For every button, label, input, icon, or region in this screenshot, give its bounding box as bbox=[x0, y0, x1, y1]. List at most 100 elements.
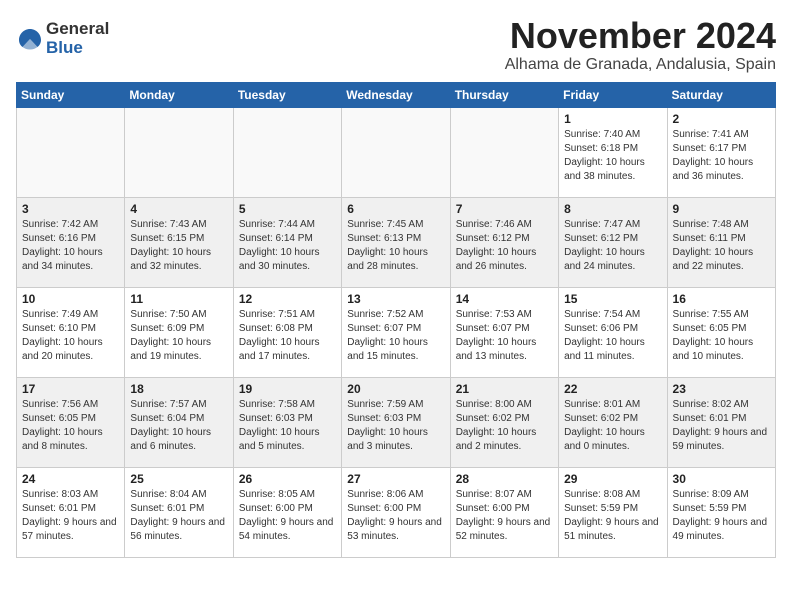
day-info: Sunrise: 7:44 AM Sunset: 6:14 PM Dayligh… bbox=[239, 218, 336, 274]
calendar-cell bbox=[342, 107, 450, 197]
calendar-cell bbox=[450, 107, 558, 197]
calendar-cell: 14 Sunrise: 7:53 AM Sunset: 6:07 PM Dayli… bbox=[450, 287, 558, 377]
calendar-cell: 18Sunrise: 7:57 AM Sunset: 6:04 PM Dayli… bbox=[125, 377, 233, 467]
calendar-cell: 11 Sunrise: 7:50 AM Sunset: 6:09 PM Dayli… bbox=[125, 287, 233, 377]
calendar-table: SundayMondayTuesdayWednesdayThursdayFrid… bbox=[16, 82, 776, 558]
day-info: Sunrise: 7:43 AM Sunset: 6:15 PM Dayligh… bbox=[130, 218, 227, 274]
day-number: 26 bbox=[239, 472, 336, 486]
day-info: Sunrise: 8:05 AM Sunset: 6:00 PM Dayligh… bbox=[239, 488, 336, 544]
calendar-cell bbox=[17, 107, 125, 197]
day-info: Sunrise: 7:55 AM Sunset: 6:05 PM Dayligh… bbox=[673, 308, 770, 364]
calendar-row-0: 1Sunrise: 7:40 AM Sunset: 6:18 PM Daylig… bbox=[17, 107, 776, 197]
calendar-cell: 9 Sunrise: 7:48 AM Sunset: 6:11 PM Daylig… bbox=[667, 197, 775, 287]
day-info: Sunrise: 7:49 AM Sunset: 6:10 PM Dayligh… bbox=[22, 308, 119, 364]
day-number: 7 bbox=[456, 202, 553, 216]
calendar-cell: 2 Sunrise: 7:41 AM Sunset: 6:17 PM Daylig… bbox=[667, 107, 775, 197]
day-info: Sunrise: 7:46 AM Sunset: 6:12 PM Dayligh… bbox=[456, 218, 553, 274]
day-number: 9 bbox=[673, 202, 770, 216]
day-info: Sunrise: 8:00 AM Sunset: 6:02 PM Dayligh… bbox=[456, 398, 553, 454]
calendar-cell: 21 Sunrise: 8:00 AM Sunset: 6:02 PM Dayli… bbox=[450, 377, 558, 467]
calendar-cell: 22Sunrise: 8:01 AM Sunset: 6:02 PM Dayli… bbox=[559, 377, 667, 467]
day-number: 14 bbox=[456, 292, 553, 306]
page-header: General Blue November 2024 Alhama de Gra… bbox=[16, 16, 776, 74]
calendar-cell: 28 Sunrise: 8:07 AM Sunset: 6:00 PM Dayli… bbox=[450, 467, 558, 557]
header-cell-wednesday: Wednesday bbox=[342, 82, 450, 107]
calendar-cell: 7 Sunrise: 7:46 AM Sunset: 6:12 PM Daylig… bbox=[450, 197, 558, 287]
day-info: Sunrise: 7:54 AM Sunset: 6:06 PM Dayligh… bbox=[564, 308, 661, 364]
day-number: 13 bbox=[347, 292, 444, 306]
header-cell-monday: Monday bbox=[125, 82, 233, 107]
header-cell-saturday: Saturday bbox=[667, 82, 775, 107]
day-info: Sunrise: 7:51 AM Sunset: 6:08 PM Dayligh… bbox=[239, 308, 336, 364]
header-cell-friday: Friday bbox=[559, 82, 667, 107]
calendar-row-1: 3Sunrise: 7:42 AM Sunset: 6:16 PM Daylig… bbox=[17, 197, 776, 287]
header-cell-sunday: Sunday bbox=[17, 82, 125, 107]
day-info: Sunrise: 7:53 AM Sunset: 6:07 PM Dayligh… bbox=[456, 308, 553, 364]
calendar-cell: 3Sunrise: 7:42 AM Sunset: 6:16 PM Daylig… bbox=[17, 197, 125, 287]
day-info: Sunrise: 7:45 AM Sunset: 6:13 PM Dayligh… bbox=[347, 218, 444, 274]
day-number: 2 bbox=[673, 112, 770, 126]
calendar-cell: 25Sunrise: 8:04 AM Sunset: 6:01 PM Dayli… bbox=[125, 467, 233, 557]
calendar-row-2: 10 Sunrise: 7:49 AM Sunset: 6:10 PM Dayli… bbox=[17, 287, 776, 377]
day-number: 29 bbox=[564, 472, 661, 486]
day-number: 18 bbox=[130, 382, 227, 396]
day-number: 4 bbox=[130, 202, 227, 216]
day-number: 24 bbox=[22, 472, 119, 486]
logo-blue: Blue bbox=[46, 39, 109, 58]
calendar-cell: 19Sunrise: 7:58 AM Sunset: 6:03 PM Dayli… bbox=[233, 377, 341, 467]
day-number: 10 bbox=[22, 292, 119, 306]
calendar-cell: 29 Sunrise: 8:08 AM Sunset: 5:59 PM Dayli… bbox=[559, 467, 667, 557]
day-number: 20 bbox=[347, 382, 444, 396]
day-number: 23 bbox=[673, 382, 770, 396]
day-number: 5 bbox=[239, 202, 336, 216]
day-info: Sunrise: 7:40 AM Sunset: 6:18 PM Dayligh… bbox=[564, 128, 661, 184]
logo: General Blue bbox=[16, 20, 109, 57]
calendar-cell: 24 Sunrise: 8:03 AM Sunset: 6:01 PM Dayli… bbox=[17, 467, 125, 557]
calendar-cell: 20 Sunrise: 7:59 AM Sunset: 6:03 PM Dayli… bbox=[342, 377, 450, 467]
header-cell-thursday: Thursday bbox=[450, 82, 558, 107]
logo-general: General bbox=[46, 20, 109, 39]
day-info: Sunrise: 7:52 AM Sunset: 6:07 PM Dayligh… bbox=[347, 308, 444, 364]
day-number: 3 bbox=[22, 202, 119, 216]
calendar-cell: 5 Sunrise: 7:44 AM Sunset: 6:14 PM Daylig… bbox=[233, 197, 341, 287]
day-info: Sunrise: 7:50 AM Sunset: 6:09 PM Dayligh… bbox=[130, 308, 227, 364]
calendar-cell: 16Sunrise: 7:55 AM Sunset: 6:05 PM Dayli… bbox=[667, 287, 775, 377]
calendar-cell: 23 Sunrise: 8:02 AM Sunset: 6:01 PM Dayli… bbox=[667, 377, 775, 467]
day-info: Sunrise: 8:02 AM Sunset: 6:01 PM Dayligh… bbox=[673, 398, 770, 454]
calendar-cell: 17 Sunrise: 7:56 AM Sunset: 6:05 PM Dayli… bbox=[17, 377, 125, 467]
calendar-cell: 15 Sunrise: 7:54 AM Sunset: 6:06 PM Dayli… bbox=[559, 287, 667, 377]
title-block: November 2024 Alhama de Granada, Andalus… bbox=[505, 16, 776, 74]
header-row: SundayMondayTuesdayWednesdayThursdayFrid… bbox=[17, 82, 776, 107]
header-cell-tuesday: Tuesday bbox=[233, 82, 341, 107]
day-number: 22 bbox=[564, 382, 661, 396]
day-number: 30 bbox=[673, 472, 770, 486]
day-info: Sunrise: 8:09 AM Sunset: 5:59 PM Dayligh… bbox=[673, 488, 770, 544]
day-number: 27 bbox=[347, 472, 444, 486]
calendar-cell: 4 Sunrise: 7:43 AM Sunset: 6:15 PM Daylig… bbox=[125, 197, 233, 287]
logo-icon bbox=[16, 25, 44, 53]
calendar-cell: 13 Sunrise: 7:52 AM Sunset: 6:07 PM Dayli… bbox=[342, 287, 450, 377]
day-number: 17 bbox=[22, 382, 119, 396]
day-info: Sunrise: 7:47 AM Sunset: 6:12 PM Dayligh… bbox=[564, 218, 661, 274]
month-year-title: November 2024 bbox=[505, 16, 776, 56]
day-number: 21 bbox=[456, 382, 553, 396]
day-number: 11 bbox=[130, 292, 227, 306]
day-info: Sunrise: 7:48 AM Sunset: 6:11 PM Dayligh… bbox=[673, 218, 770, 274]
day-number: 25 bbox=[130, 472, 227, 486]
day-info: Sunrise: 7:56 AM Sunset: 6:05 PM Dayligh… bbox=[22, 398, 119, 454]
day-number: 8 bbox=[564, 202, 661, 216]
day-info: Sunrise: 7:59 AM Sunset: 6:03 PM Dayligh… bbox=[347, 398, 444, 454]
day-info: Sunrise: 8:03 AM Sunset: 6:01 PM Dayligh… bbox=[22, 488, 119, 544]
location-subtitle: Alhama de Granada, Andalusia, Spain bbox=[505, 56, 776, 74]
calendar-cell: 27Sunrise: 8:06 AM Sunset: 6:00 PM Dayli… bbox=[342, 467, 450, 557]
day-number: 15 bbox=[564, 292, 661, 306]
calendar-cell: 12Sunrise: 7:51 AM Sunset: 6:08 PM Dayli… bbox=[233, 287, 341, 377]
day-number: 28 bbox=[456, 472, 553, 486]
logo-text: General Blue bbox=[46, 20, 109, 57]
calendar-row-3: 17 Sunrise: 7:56 AM Sunset: 6:05 PM Dayli… bbox=[17, 377, 776, 467]
day-number: 6 bbox=[347, 202, 444, 216]
day-info: Sunrise: 8:07 AM Sunset: 6:00 PM Dayligh… bbox=[456, 488, 553, 544]
day-info: Sunrise: 7:41 AM Sunset: 6:17 PM Dayligh… bbox=[673, 128, 770, 184]
day-info: Sunrise: 8:08 AM Sunset: 5:59 PM Dayligh… bbox=[564, 488, 661, 544]
calendar-cell: 8 Sunrise: 7:47 AM Sunset: 6:12 PM Daylig… bbox=[559, 197, 667, 287]
